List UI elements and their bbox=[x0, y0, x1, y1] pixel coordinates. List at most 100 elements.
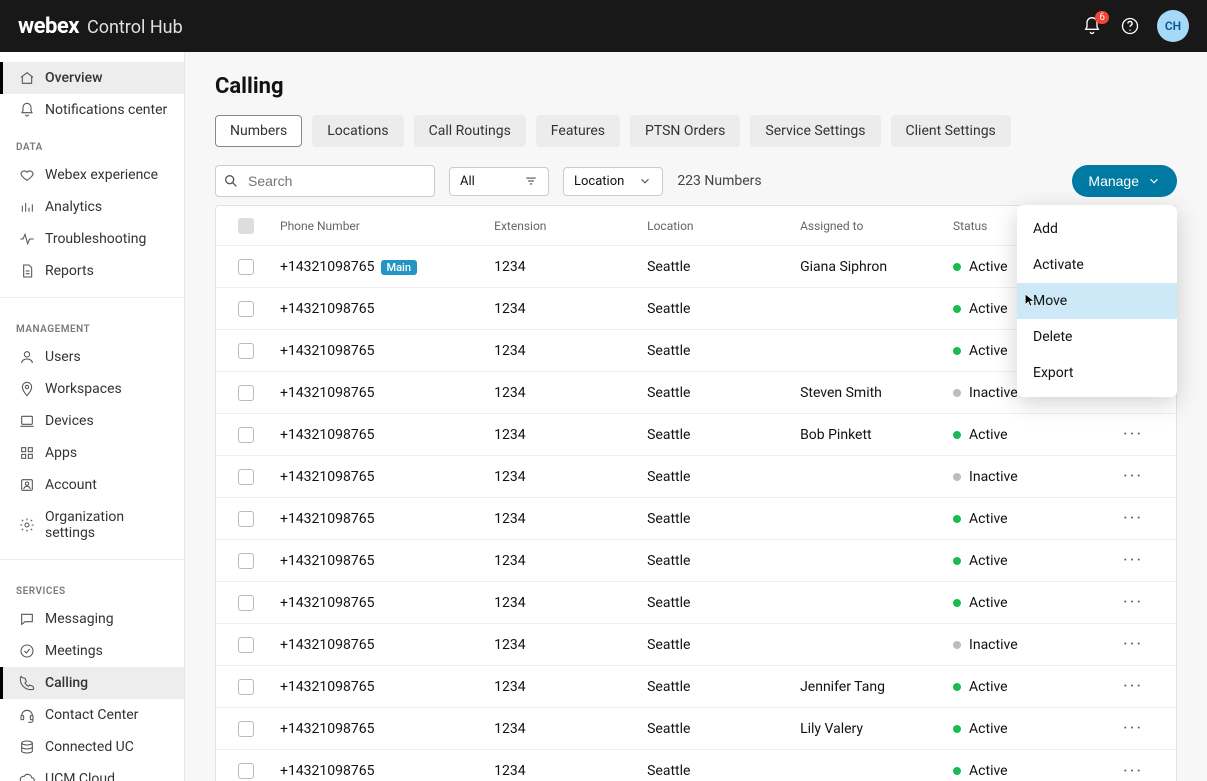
tab-locations[interactable]: Locations bbox=[312, 115, 403, 147]
phone-icon bbox=[19, 675, 35, 691]
table-row[interactable]: +14321098765 1234 Seattle Active ··· bbox=[216, 498, 1176, 540]
sidebar-item-notifications center[interactable]: Notifications center bbox=[0, 94, 184, 126]
sidebar-item-contact center[interactable]: Contact Center bbox=[0, 699, 184, 731]
row-actions-button[interactable]: ··· bbox=[1098, 550, 1168, 571]
row-actions-button[interactable]: ··· bbox=[1098, 718, 1168, 739]
row-checkbox[interactable] bbox=[238, 553, 254, 569]
row-checkbox[interactable] bbox=[238, 301, 254, 317]
cell-extension: 1234 bbox=[486, 637, 639, 653]
cell-phone: +14321098765 bbox=[272, 763, 486, 779]
row-actions-button[interactable]: ··· bbox=[1098, 592, 1168, 613]
row-checkbox[interactable] bbox=[238, 595, 254, 611]
tab-ptsn orders[interactable]: PTSN Orders bbox=[630, 115, 740, 147]
sidebar-item-ucm cloud[interactable]: UCM Cloud bbox=[0, 763, 184, 781]
table-row[interactable]: +14321098765 1234 Seattle Bob Pinkett Ac… bbox=[216, 414, 1176, 456]
row-checkbox[interactable] bbox=[238, 343, 254, 359]
sidebar-item-account[interactable]: Account bbox=[0, 469, 184, 501]
cell-extension: 1234 bbox=[486, 721, 639, 737]
gear-icon bbox=[19, 517, 35, 533]
cell-assigned: Lily Valery bbox=[792, 721, 945, 737]
cell-location: Seattle bbox=[639, 637, 792, 653]
sidebar-item-calling[interactable]: Calling bbox=[0, 667, 184, 699]
sidebar: Overview Notifications centerDATA Webex … bbox=[0, 52, 185, 781]
row-actions-button[interactable]: ··· bbox=[1098, 466, 1168, 487]
row-actions-button[interactable]: ··· bbox=[1098, 508, 1168, 529]
cell-assigned: Jennifer Tang bbox=[792, 679, 945, 695]
cell-phone: +14321098765 bbox=[272, 679, 486, 695]
tab-client settings[interactable]: Client Settings bbox=[891, 115, 1011, 147]
sidebar-item-apps[interactable]: Apps bbox=[0, 437, 184, 469]
tab-call routings[interactable]: Call Routings bbox=[414, 115, 526, 147]
row-checkbox[interactable] bbox=[238, 511, 254, 527]
filter-location-select[interactable]: Location bbox=[563, 167, 663, 196]
sidebar-item-workspaces[interactable]: Workspaces bbox=[0, 373, 184, 405]
cell-location: Seattle bbox=[639, 763, 792, 779]
row-checkbox[interactable] bbox=[238, 721, 254, 737]
row-actions-button[interactable]: ··· bbox=[1098, 761, 1168, 781]
sidebar-item-connected uc[interactable]: Connected UC bbox=[0, 731, 184, 763]
manage-menu-add[interactable]: Add bbox=[1017, 211, 1177, 247]
sidebar-item-troubleshooting[interactable]: Troubleshooting bbox=[0, 223, 184, 255]
row-checkbox[interactable] bbox=[238, 637, 254, 653]
table-row[interactable]: +14321098765 1234 Seattle Active ··· bbox=[216, 540, 1176, 582]
filter-lines-icon bbox=[524, 174, 538, 188]
sidebar-item-devices[interactable]: Devices bbox=[0, 405, 184, 437]
sidebar-item-webex experience[interactable]: Webex experience bbox=[0, 159, 184, 191]
sidebar-item-meetings[interactable]: Meetings bbox=[0, 635, 184, 667]
table-row[interactable]: +14321098765 1234 Seattle Active ··· bbox=[216, 582, 1176, 624]
row-checkbox[interactable] bbox=[238, 763, 254, 779]
sidebar-item-users[interactable]: Users bbox=[0, 341, 184, 373]
tab-numbers[interactable]: Numbers bbox=[215, 115, 302, 147]
avatar[interactable]: CH bbox=[1157, 10, 1189, 42]
status-dot-icon bbox=[953, 725, 961, 733]
status-dot-icon bbox=[953, 431, 961, 439]
sidebar-item-label: Users bbox=[45, 349, 81, 365]
sidebar-group-title: DATA bbox=[0, 126, 184, 159]
table-row[interactable]: +14321098765 1234 Seattle Inactive ··· bbox=[216, 456, 1176, 498]
help-button[interactable] bbox=[1119, 15, 1141, 37]
bars-icon bbox=[19, 199, 35, 215]
row-checkbox[interactable] bbox=[238, 469, 254, 485]
sidebar-item-overview[interactable]: Overview bbox=[0, 62, 184, 94]
notifications-button[interactable]: 6 bbox=[1081, 15, 1103, 37]
cell-extension: 1234 bbox=[486, 343, 639, 359]
table-row[interactable]: +14321098765 1234 Seattle Jennifer Tang … bbox=[216, 666, 1176, 708]
sidebar-item-messaging[interactable]: Messaging bbox=[0, 603, 184, 635]
cell-status: Inactive bbox=[945, 637, 1098, 653]
sidebar-item-analytics[interactable]: Analytics bbox=[0, 191, 184, 223]
row-checkbox[interactable] bbox=[238, 259, 254, 275]
status-dot-icon bbox=[953, 515, 961, 523]
cell-status: Active bbox=[945, 595, 1098, 611]
cell-location: Seattle bbox=[639, 259, 792, 275]
tab-features[interactable]: Features bbox=[536, 115, 620, 147]
page-title: Calling bbox=[215, 74, 1177, 99]
select-all-checkbox[interactable] bbox=[238, 218, 254, 234]
row-actions-button[interactable]: ··· bbox=[1098, 634, 1168, 655]
menu-item-label: Add bbox=[1033, 221, 1058, 237]
table-row[interactable]: +14321098765 1234 Seattle Active ··· bbox=[216, 750, 1176, 781]
row-actions-button[interactable]: ··· bbox=[1098, 424, 1168, 445]
manage-menu-move[interactable]: Move bbox=[1017, 283, 1177, 319]
sidebar-item-organization settings[interactable]: Organization settings bbox=[0, 501, 184, 549]
manage-button[interactable]: Manage bbox=[1072, 165, 1177, 197]
help-icon bbox=[1120, 16, 1140, 36]
chevron-down-icon bbox=[638, 174, 652, 188]
cell-extension: 1234 bbox=[486, 553, 639, 569]
search-input[interactable] bbox=[215, 165, 435, 197]
filter-location-label: Location bbox=[574, 174, 624, 189]
sidebar-item-label: Contact Center bbox=[45, 707, 138, 723]
tab-service settings[interactable]: Service Settings bbox=[750, 115, 880, 147]
row-checkbox[interactable] bbox=[238, 427, 254, 443]
manage-menu-export[interactable]: Export bbox=[1017, 355, 1177, 391]
row-checkbox[interactable] bbox=[238, 385, 254, 401]
toolbar: All Location 223 Numbers Manage bbox=[215, 165, 1177, 197]
row-actions-button[interactable]: ··· bbox=[1098, 676, 1168, 697]
table-row[interactable]: +14321098765 1234 Seattle Lily Valery Ac… bbox=[216, 708, 1176, 750]
manage-menu-activate[interactable]: Activate bbox=[1017, 247, 1177, 283]
table-row[interactable]: +14321098765 1234 Seattle Inactive ··· bbox=[216, 624, 1176, 666]
manage-menu-delete[interactable]: Delete bbox=[1017, 319, 1177, 355]
sidebar-item-label: Analytics bbox=[45, 199, 102, 215]
filter-all-select[interactable]: All bbox=[449, 167, 549, 196]
sidebar-item-reports[interactable]: Reports bbox=[0, 255, 184, 287]
row-checkbox[interactable] bbox=[238, 679, 254, 695]
